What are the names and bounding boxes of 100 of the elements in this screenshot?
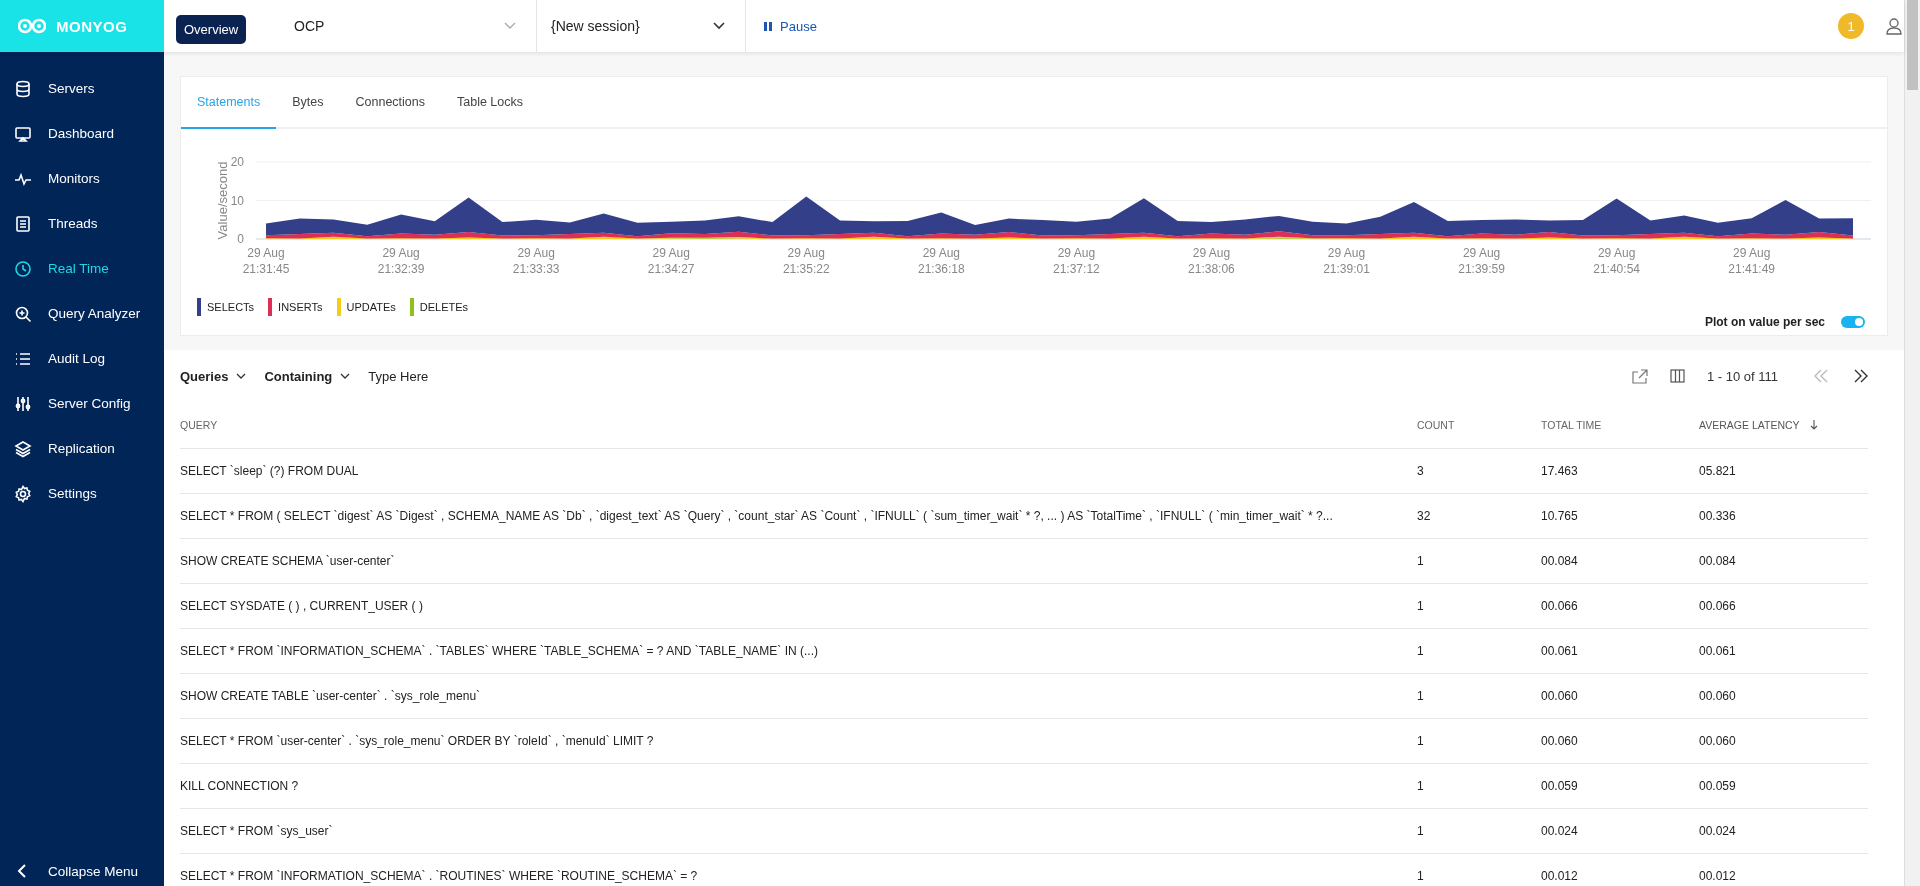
database-icon bbox=[14, 79, 32, 98]
tooltip: Overview bbox=[176, 15, 247, 44]
average-latency-cell: 00.059 bbox=[1699, 779, 1736, 793]
x-tick-label: 29 Aug 21:37:12 bbox=[1053, 246, 1100, 276]
query-cell: SELECT * FROM ( SELECT `digest` AS `Digest` , SCHEMA_NAME AS `Db` , `digest_text` AS `Query` , `count_star` AS `Count` , `IFNULL` ( `sum_timer_wait` * ?, ... ) AS `TotalTime` , `IFNULL` ( `min_timer_wait` * ?... bbox=[180, 509, 1333, 523]
export-icon[interactable] bbox=[1631, 368, 1648, 384]
total-time-cell: 10.765 bbox=[1541, 509, 1578, 523]
x-tick-label: 29 Aug 21:38:06 bbox=[1188, 246, 1235, 276]
user-icon[interactable] bbox=[1886, 17, 1902, 35]
query-cell: SELECT SYSDATE ( ) , CURRENT_USER ( ) bbox=[180, 599, 423, 613]
x-tick-label: 29 Aug 21:32:39 bbox=[377, 246, 425, 276]
x-tick-label: 29 Aug 21:39:01 bbox=[1323, 246, 1370, 276]
pause-button[interactable]: Pause bbox=[745, 0, 833, 52]
x-tick-label: 29 Aug 21:39:59 bbox=[1458, 246, 1505, 276]
count-cell: 1 bbox=[1417, 824, 1424, 838]
legend-label[interactable]: INSERTs bbox=[278, 301, 323, 313]
sidebar-item[interactable]: Replication bbox=[0, 426, 164, 471]
columns-icon[interactable] bbox=[1669, 369, 1685, 383]
count-cell: 1 bbox=[1417, 869, 1424, 883]
tab[interactable]: Connections bbox=[339, 77, 441, 129]
sidebar-item[interactable]: Threads bbox=[0, 201, 164, 246]
pause-icon bbox=[764, 21, 772, 31]
double-chevron-right-icon[interactable] bbox=[1854, 369, 1868, 383]
sidebar-item[interactable]: Monitors bbox=[0, 156, 164, 201]
toggle-switch[interactable] bbox=[1841, 316, 1865, 328]
collapse-menu-button[interactable]: Collapse Menu bbox=[0, 856, 164, 886]
tab[interactable]: Bytes bbox=[276, 77, 340, 129]
clock-icon bbox=[14, 259, 32, 278]
sidebar-item[interactable]: Settings bbox=[0, 471, 164, 516]
legend-label[interactable]: SELECTs bbox=[207, 301, 255, 313]
pagination-range: 1 - 10 of 111 bbox=[1706, 368, 1778, 384]
sidebar-item[interactable]: Server Config bbox=[0, 381, 164, 426]
average-latency-cell: 00.060 bbox=[1699, 689, 1736, 703]
filter-dropdown[interactable]: Containing bbox=[264, 368, 351, 384]
x-tick-label: 29 Aug 21:41:49 bbox=[1728, 246, 1776, 276]
sort-down-icon bbox=[1809, 420, 1818, 430]
count-cell: 32 bbox=[1417, 509, 1431, 523]
count-cell: 1 bbox=[1417, 689, 1424, 703]
chevron-down-icon bbox=[504, 22, 516, 30]
query-cell: SELECT * FROM `INFORMATION_SCHEMA` . `TABLES` WHERE `TABLE_SCHEMA` = ? AND `TABLE_NAME` IN (...) bbox=[180, 644, 818, 658]
monitor-icon bbox=[14, 124, 32, 143]
query-cell: SELECT `sleep` (?) FROM DUAL bbox=[180, 464, 359, 478]
average-latency-cell: 00.084 bbox=[1699, 554, 1736, 568]
column-header[interactable]: AVERAGE LATENCY bbox=[1699, 419, 1800, 431]
x-tick-label: 29 Aug 21:40:54 bbox=[1593, 246, 1640, 276]
chevron-down-icon bbox=[713, 22, 725, 30]
total-time-cell: 00.066 bbox=[1541, 599, 1578, 613]
total-time-cell: 17.463 bbox=[1541, 464, 1578, 478]
column-header[interactable]: COUNT bbox=[1417, 419, 1455, 431]
x-tick-label: 29 Aug 21:31:45 bbox=[242, 246, 290, 276]
total-time-cell: 00.012 bbox=[1541, 869, 1578, 883]
average-latency-cell: 00.012 bbox=[1699, 869, 1736, 883]
average-latency-cell: 00.336 bbox=[1699, 509, 1736, 523]
sidebar-item[interactable]: Servers bbox=[0, 66, 164, 111]
sidebar-item[interactable]: Query Analyzer bbox=[0, 291, 164, 336]
total-time-cell: 00.061 bbox=[1541, 644, 1578, 658]
average-latency-cell: 00.024 bbox=[1699, 824, 1736, 838]
y-axis-label: Value/second bbox=[215, 161, 230, 240]
legend-label[interactable]: UPDATEs bbox=[346, 301, 396, 313]
x-tick-label: 29 Aug 21:36:18 bbox=[917, 246, 965, 276]
count-cell: 1 bbox=[1417, 644, 1424, 658]
column-header[interactable]: TOTAL TIME bbox=[1541, 419, 1602, 431]
layers-icon bbox=[14, 439, 32, 458]
query-cell: SELECT * FROM `sys_user` bbox=[180, 824, 333, 838]
query-cell: SHOW CREATE TABLE `user-center` . `sys_role_menu` bbox=[180, 689, 481, 703]
settings-icon bbox=[14, 484, 32, 503]
chevron-down-icon bbox=[340, 372, 351, 380]
document-icon bbox=[14, 214, 32, 233]
query-cell: SHOW CREATE SCHEMA `user-center` bbox=[180, 554, 395, 568]
x-tick-label: 29 Aug 21:34:27 bbox=[647, 246, 695, 276]
average-latency-cell: 00.060 bbox=[1699, 734, 1736, 748]
query-cell: KILL CONNECTION ? bbox=[180, 779, 299, 793]
x-tick-label: 29 Aug 21:35:22 bbox=[782, 246, 830, 276]
total-time-cell: 00.084 bbox=[1541, 554, 1578, 568]
y-tick-label: 10 bbox=[230, 193, 244, 208]
count-cell: 1 bbox=[1417, 779, 1424, 793]
query-cell: SELECT * FROM `user-center` . `sys_role_menu` ORDER BY `roleId` , `menuId` LIMIT ? bbox=[180, 734, 654, 748]
average-latency-cell: 05.821 bbox=[1699, 464, 1736, 478]
sidebar-item[interactable]: Audit Log bbox=[0, 336, 164, 381]
query-cell: SELECT * FROM `INFORMATION_SCHEMA` . `ROUTINES` WHERE `ROUTINE_SCHEMA` = ? bbox=[180, 869, 698, 883]
count-cell: 1 bbox=[1417, 734, 1424, 748]
total-time-cell: 00.059 bbox=[1541, 779, 1578, 793]
scrollbar-thumb[interactable] bbox=[1907, 0, 1918, 90]
total-time-cell: 00.060 bbox=[1541, 734, 1578, 748]
tab[interactable]: Table Locks bbox=[441, 77, 539, 129]
y-tick-label: 20 bbox=[230, 155, 244, 169]
sidebar-item[interactable]: Dashboard bbox=[0, 111, 164, 156]
logo-text: MONYOG bbox=[56, 17, 128, 35]
y-tick-label: 0 bbox=[237, 232, 244, 246]
zoom-in-icon bbox=[14, 304, 32, 323]
scrollbar[interactable] bbox=[1904, 0, 1920, 886]
count-cell: 3 bbox=[1417, 464, 1424, 478]
column-header[interactable]: QUERY bbox=[180, 419, 218, 431]
average-latency-cell: 00.066 bbox=[1699, 599, 1736, 613]
server-dropdown[interactable]: OCP bbox=[280, 0, 536, 52]
toggle-label: Plot on value per sec bbox=[1704, 315, 1825, 329]
sidebar-item[interactable]: Real Time bbox=[0, 246, 164, 291]
average-latency-cell: 00.061 bbox=[1699, 644, 1736, 658]
legend-label[interactable]: DELETEs bbox=[419, 301, 469, 313]
filter-dropdown[interactable]: Queries bbox=[180, 368, 247, 384]
